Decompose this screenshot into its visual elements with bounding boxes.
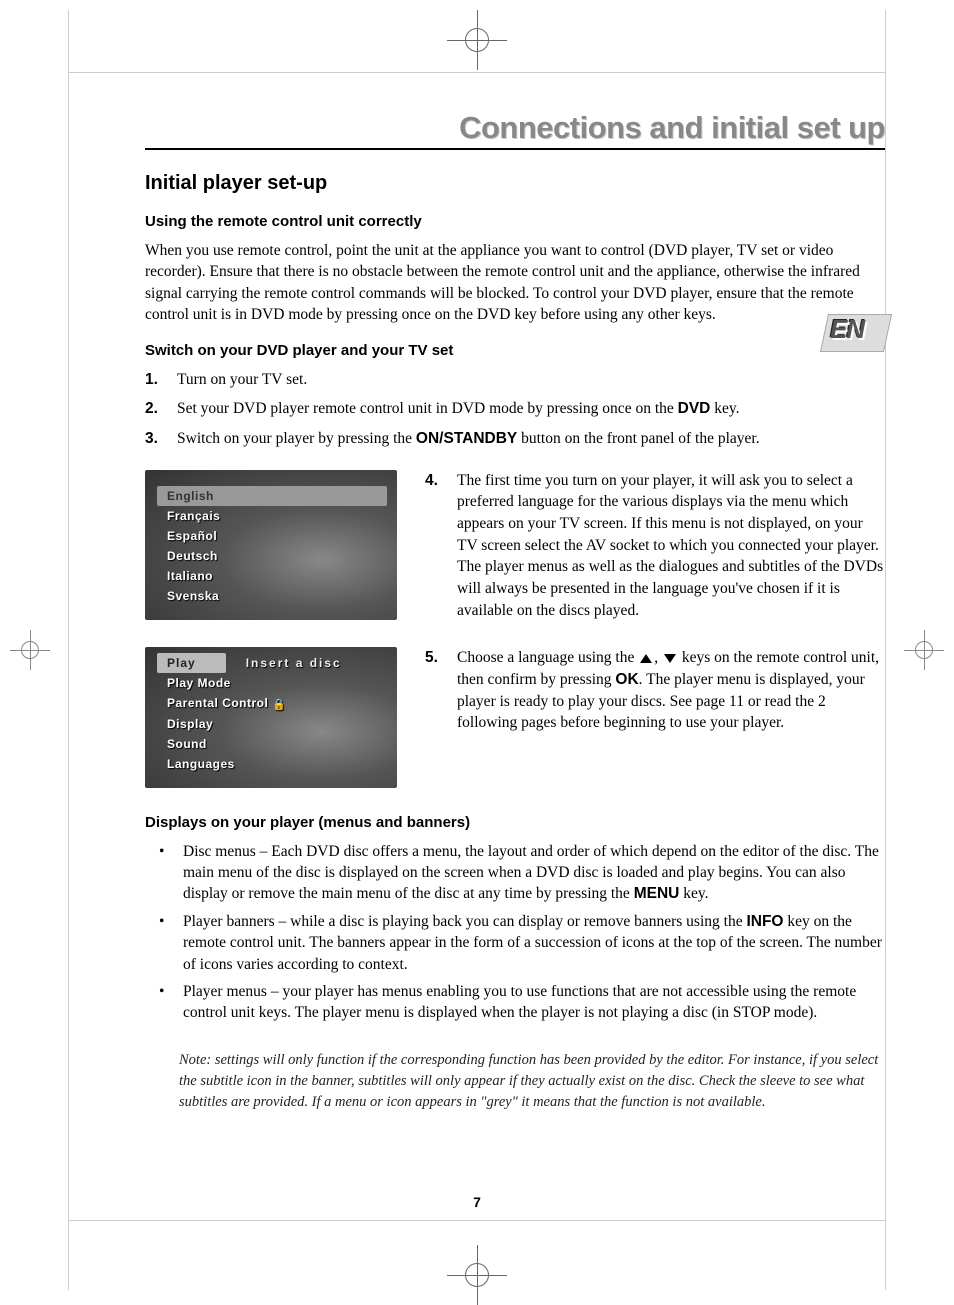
crop-mark-left bbox=[10, 630, 50, 670]
menu-item-display: Display bbox=[157, 714, 387, 734]
page-content: Connections and initial set up Initial p… bbox=[145, 110, 885, 1113]
note-text: Note: settings will only function if the… bbox=[145, 1050, 885, 1113]
subheading-switch-on: Switch on your DVD player and your TV se… bbox=[145, 342, 885, 359]
lock-icon: 🔒 bbox=[272, 698, 286, 711]
bullet-player-banners: • Player banners – while a disc is playi… bbox=[145, 911, 885, 975]
menu-item-english: English bbox=[157, 486, 387, 506]
trim-line bbox=[68, 72, 886, 73]
subheading-remote: Using the remote control unit correctly bbox=[145, 213, 885, 230]
menu-item-deutsch: Deutsch bbox=[157, 546, 387, 566]
step-2: 2. Set your DVD player remote control un… bbox=[145, 398, 885, 420]
menu-item-parental-control: Parental Control🔒 bbox=[157, 693, 387, 713]
step-3: 3. Switch on your player by pressing the… bbox=[145, 428, 885, 450]
subheading-displays: Displays on your player (menus and banne… bbox=[145, 814, 885, 831]
menu-item-play-mode: Play Mode bbox=[157, 673, 387, 693]
page-number: 7 bbox=[473, 1194, 481, 1210]
menu-item-play: Play bbox=[157, 653, 226, 673]
trim-line bbox=[885, 10, 886, 1290]
step-1: 1. Turn on your TV set. bbox=[145, 369, 885, 391]
step-5: 5. Choose a language using the , keys on… bbox=[425, 647, 885, 734]
menu-item-svenska: Svenska bbox=[157, 586, 387, 606]
trim-line bbox=[68, 1220, 886, 1221]
bullet-disc-menus: • Disc menus – Each DVD disc offers a me… bbox=[145, 841, 885, 905]
bullet-list: • Disc menus – Each DVD disc offers a me… bbox=[145, 841, 885, 1024]
page-title: Connections and initial set up bbox=[145, 110, 885, 146]
hint-insert-disc: Insert a disc bbox=[246, 656, 342, 670]
menu-item-francais: Français bbox=[157, 506, 387, 526]
arrow-down-icon bbox=[664, 654, 676, 663]
trim-line bbox=[68, 10, 69, 1290]
menu-item-italiano: Italiano bbox=[157, 566, 387, 586]
paragraph-remote: When you use remote control, point the u… bbox=[145, 240, 885, 326]
screenshot-language-menu: English Français Español Deutsch Italian… bbox=[145, 470, 397, 620]
row-step-5: Play Insert a disc Play Mode Parental Co… bbox=[145, 647, 885, 787]
menu-item-languages: Languages bbox=[157, 754, 387, 774]
step-4: 4. The first time you turn on your playe… bbox=[425, 470, 885, 622]
menu-item-sound: Sound bbox=[157, 734, 387, 754]
screenshot-player-menu: Play Insert a disc Play Mode Parental Co… bbox=[145, 647, 397, 787]
steps-list: 1. Turn on your TV set. 2. Set your DVD … bbox=[145, 369, 885, 450]
menu-item-espanol: Español bbox=[157, 526, 387, 546]
bullet-player-menus: • Player menus – your player has menus e… bbox=[145, 981, 885, 1024]
crop-mark-bottom bbox=[447, 1245, 507, 1305]
section-heading: Initial player set-up bbox=[145, 172, 885, 195]
row-step-4: English Français Español Deutsch Italian… bbox=[145, 470, 885, 622]
arrow-up-icon bbox=[640, 654, 652, 663]
crop-mark-right bbox=[904, 630, 944, 670]
crop-mark-top bbox=[447, 10, 507, 70]
page-title-bar: Connections and initial set up bbox=[145, 110, 885, 150]
